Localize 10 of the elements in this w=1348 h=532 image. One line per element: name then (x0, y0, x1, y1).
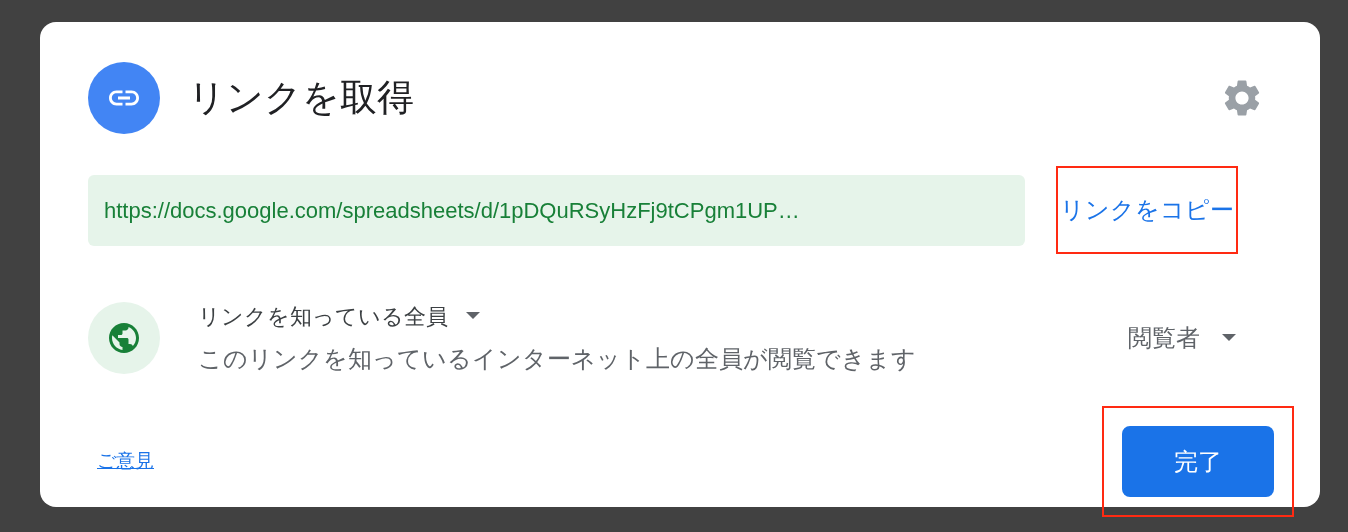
done-button[interactable]: 完了 (1122, 426, 1274, 497)
caret-icon (1222, 334, 1236, 342)
access-scope-dropdown[interactable]: リンクを知っている全員 (198, 299, 480, 333)
copy-link-button[interactable]: リンクをコピー (1060, 192, 1234, 228)
role-dropdown[interactable]: 閲覧者 (1128, 320, 1236, 356)
caret-icon (466, 312, 480, 320)
link-field[interactable]: https://docs.google.com/spreadsheets/d/1pDQuRSyHzFj9tCPgm1UP… (88, 174, 1025, 246)
dialog-title: リンクを取得 (188, 76, 414, 121)
feedback-link[interactable]: ご意見 (97, 447, 154, 476)
access-description: このリンクを知っているインターネット上の全員が閲覧できます (198, 343, 916, 374)
